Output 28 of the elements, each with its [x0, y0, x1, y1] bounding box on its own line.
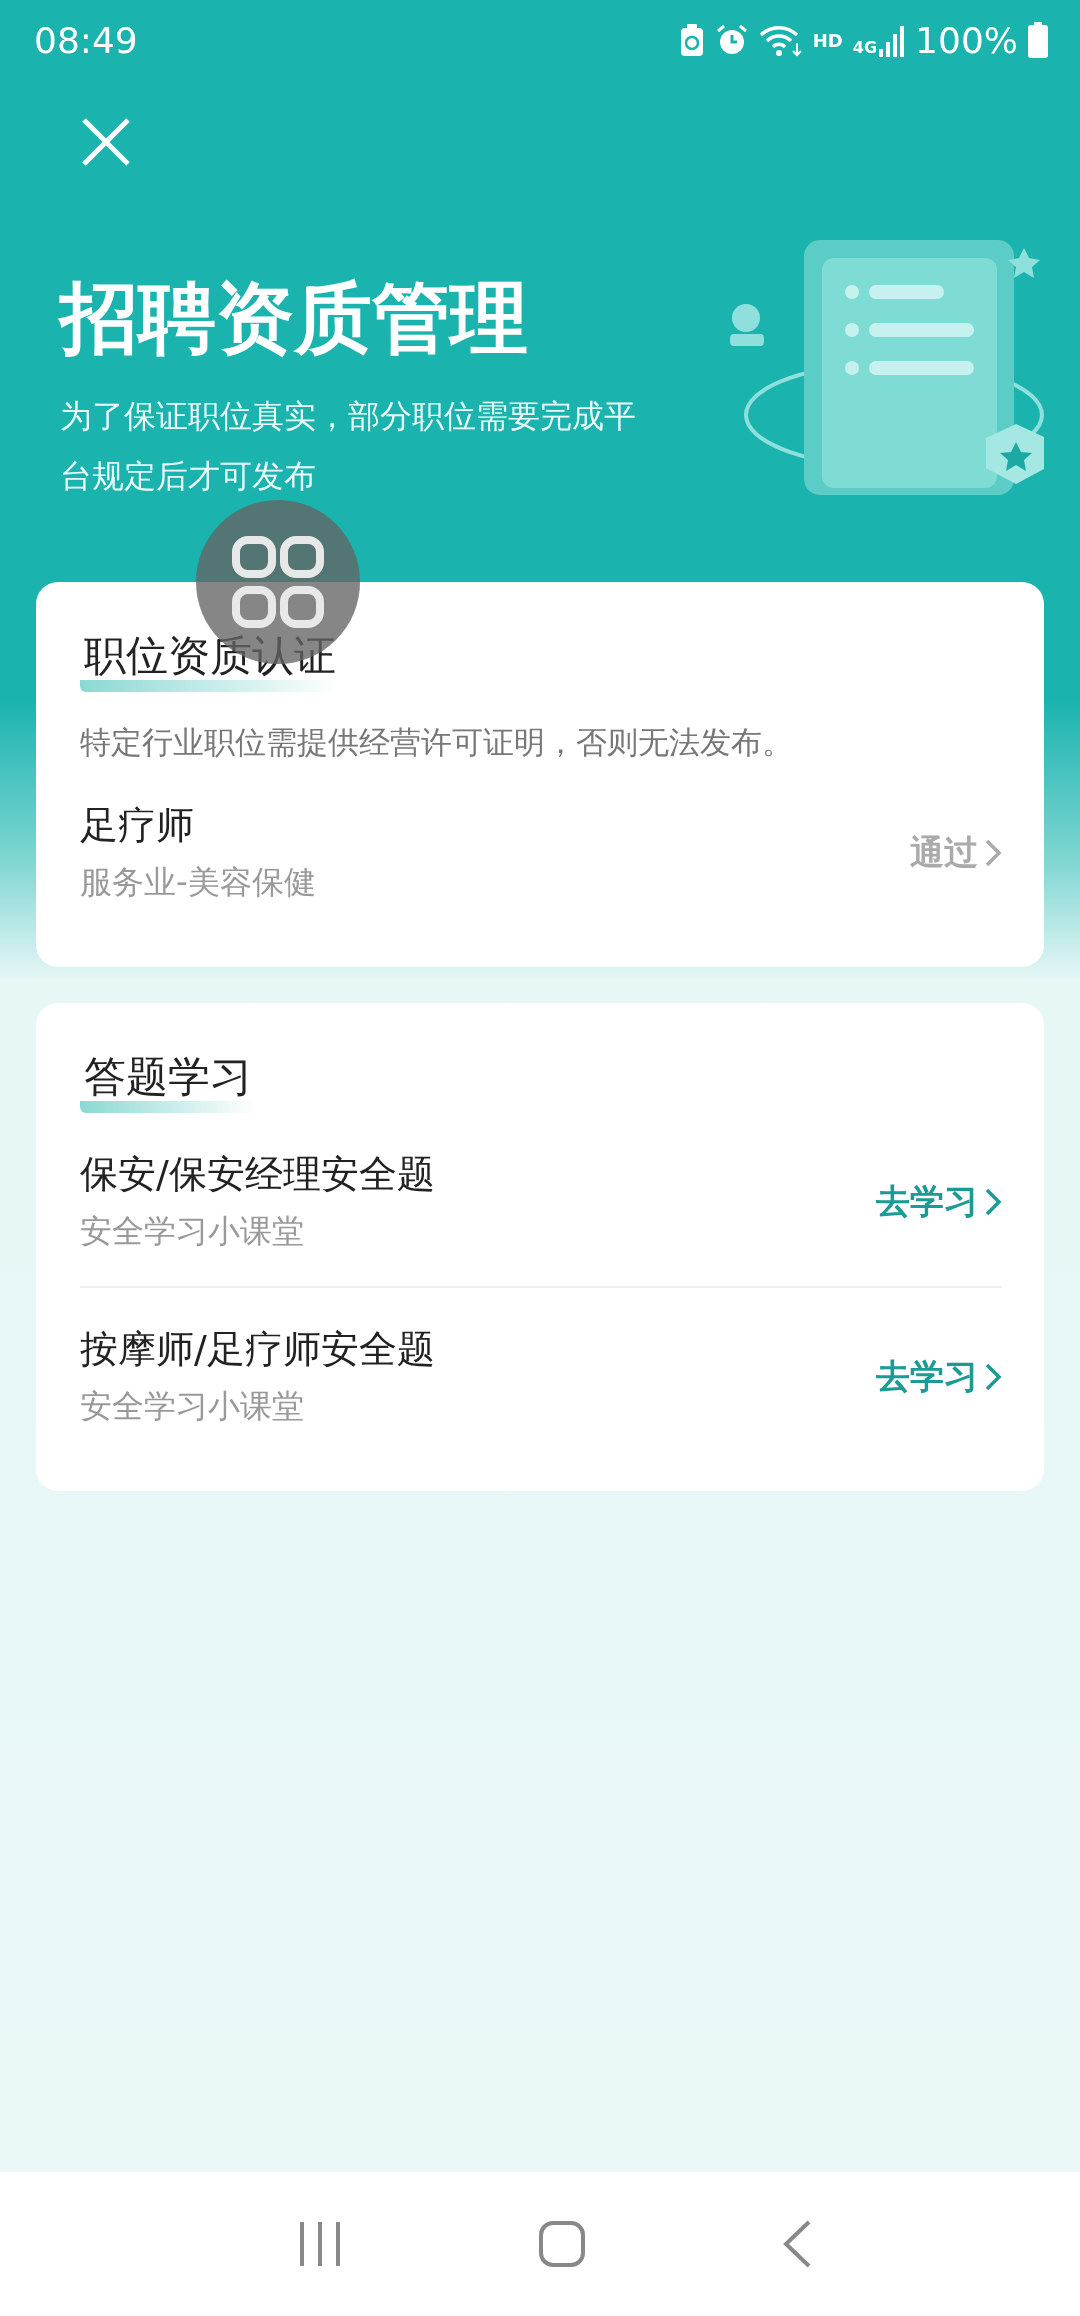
study-link[interactable]: 去学习 [876, 1353, 1002, 1400]
wifi-icon [758, 23, 803, 57]
chevron-right-icon [984, 1186, 1002, 1217]
close-button[interactable] [80, 116, 132, 168]
chevron-right-icon [984, 837, 1002, 868]
battery-percentage: 100% [915, 19, 1018, 61]
item-title: 足疗师 [80, 802, 195, 849]
battery-icon [1028, 22, 1048, 58]
section-note: 特定行业职位需提供经营许可证明，否则无法发布。 [80, 723, 794, 762]
item-subtitle: 服务业-美容保健 [80, 862, 316, 903]
chevron-right-icon [984, 1361, 1002, 1392]
signal-icon [879, 23, 906, 57]
page-title: 招聘资质管理 [60, 272, 529, 365]
home-icon[interactable] [538, 2220, 586, 2268]
item-title: 按摩师/足疗师安全题 [80, 1326, 435, 1373]
hd-label: HD [812, 29, 843, 51]
network-label: 4G [852, 37, 878, 57]
battery-saver-icon [678, 23, 705, 57]
recent-apps-icon[interactable] [298, 2220, 342, 2268]
item-subtitle: 安全学习小课堂 [80, 1386, 305, 1427]
item-subtitle: 安全学习小课堂 [80, 1211, 305, 1252]
back-icon[interactable] [782, 2220, 812, 2268]
clock: 08:49 [34, 19, 138, 61]
alarm-icon [714, 23, 749, 57]
study-link[interactable]: 去学习 [876, 1178, 1002, 1225]
status-link[interactable]: 通过 [910, 829, 1002, 876]
page-description: 为了保证职位真实，部分职位需要完成平台规定后才可发布 [60, 395, 637, 497]
item-title: 保安/保安经理安全题 [80, 1151, 435, 1198]
